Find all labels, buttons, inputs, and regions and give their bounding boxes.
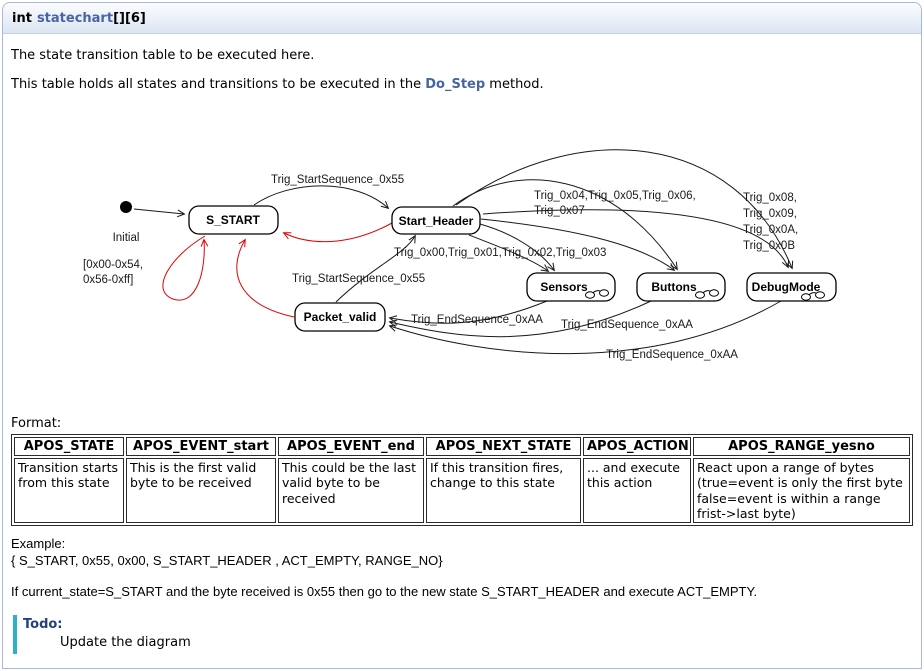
edge-label-trig-07: Trig_0x07 — [534, 205, 585, 217]
example-explanation: If current_state=S_START and the byte re… — [11, 584, 913, 599]
cell-apos-state: Transition starts from this state — [14, 458, 124, 523]
example-block: Example: { S_START, 0x55, 0x00, S_START_… — [11, 536, 913, 570]
initial-state-label: Initial — [113, 232, 140, 244]
format-table-header-row: APOS_STATE APOS_EVENT_start APOS_EVENT_e… — [14, 437, 910, 456]
detail-text-after: method. — [485, 77, 543, 92]
statechart-svg: Initial S_START Start_Header Sensors — [3, 106, 922, 406]
statechart-link[interactable]: statechart — [37, 11, 113, 26]
column-header-apos-range-yesno: APOS_RANGE_yesno — [693, 437, 910, 456]
cell-apos-action: ... and execute this action — [583, 458, 691, 523]
do-step-link[interactable]: Do_Step — [425, 77, 485, 92]
brief-description: The state transition table to be execute… — [11, 48, 913, 63]
todo-block: Todo: Update the diagram — [13, 615, 913, 654]
edge-startheader-to-buttons-b — [481, 219, 674, 270]
edge-label-range-line1: [0x00-0x54, — [83, 259, 143, 271]
member-documentation: The state transition table to be execute… — [3, 48, 921, 668]
cell-apos-next-state: If this transition fires, change to this… — [426, 458, 581, 523]
edge-label-trig-08: Trig_0x08, — [743, 192, 797, 204]
column-header-apos-action: APOS_ACTION — [583, 437, 691, 456]
edge-label-end-sequence-3: Trig_EndSequence_0xAA — [606, 349, 738, 361]
state-s-start: S_START — [189, 206, 278, 234]
decl-array-suffix: [][6] — [113, 11, 146, 26]
statechart-diagram: Initial S_START Start_Header Sensors — [3, 106, 922, 406]
column-header-apos-event-end: APOS_EVENT_end — [278, 437, 424, 456]
decl-type: int — [12, 11, 32, 26]
todo-text: Update the diagram — [60, 635, 913, 650]
cell-apos-range-yesno: React upon a range of bytes (true=event … — [693, 458, 910, 523]
example-code: { S_START, 0x55, 0x00, S_START_HEADER , … — [11, 553, 913, 570]
state-start-header: Start_Header — [392, 207, 480, 234]
state-label: Start_Header — [399, 214, 474, 228]
state-packet-valid: Packet_valid — [295, 303, 385, 331]
state-label: DebugMode — [752, 280, 821, 294]
column-header-apos-next-state: APOS_NEXT_STATE — [426, 437, 581, 456]
edge-label-start-sequence-bottom: Trig_StartSequence_0x55 — [292, 273, 425, 285]
state-label: Sensors — [540, 280, 588, 294]
edge-label-trig-0a: Trig_0x0A, — [743, 224, 798, 236]
state-label: S_START — [206, 213, 260, 227]
initial-state-dot — [120, 201, 132, 213]
edge-initial-to-sstart — [134, 209, 184, 214]
example-label: Example: — [11, 536, 913, 553]
edge-startheader-to-sstart-red — [284, 223, 392, 242]
edge-label-end-sequence-2: Trig_EndSequence_0xAA — [561, 319, 693, 331]
format-table: APOS_STATE APOS_EVENT_start APOS_EVENT_e… — [11, 434, 913, 526]
edge-label-start-sequence-top: Trig_StartSequence_0x55 — [271, 174, 404, 186]
edge-packetvalid-to-startheader — [336, 236, 415, 302]
state-label: Buttons — [651, 280, 697, 294]
column-header-apos-event-start: APOS_EVENT_start — [126, 437, 276, 456]
detail-text-before: This table holds all states and transiti… — [11, 77, 425, 92]
column-header-apos-state: APOS_STATE — [14, 437, 124, 456]
detail-description: This table holds all states and transiti… — [11, 77, 913, 92]
state-buttons: Buttons — [637, 273, 725, 301]
edge-label-range-line2: 0x56-0xff] — [83, 274, 133, 286]
format-table-row: Transition starts from this state This i… — [14, 458, 910, 523]
edge-sstart-self-loop-red — [163, 236, 205, 300]
edge-label-trig-0b: Trig_0x0B — [743, 240, 795, 252]
edge-packetvalid-to-sstart-red — [237, 240, 294, 317]
edge-sstart-to-startheader — [254, 186, 388, 208]
todo-label: Todo: — [23, 617, 913, 632]
state-sensors: Sensors — [527, 273, 615, 301]
member-doc-panel: int statechart[][6] The state transition … — [2, 2, 922, 669]
member-declaration-header: int statechart[][6] — [3, 3, 921, 34]
edge-label-trig-09: Trig_0x09, — [743, 208, 797, 220]
cell-apos-event-start: This is the first valid byte to be recei… — [126, 458, 276, 523]
state-debugmode: DebugMode — [747, 273, 836, 301]
state-label: Packet_valid — [304, 310, 377, 324]
format-section-label: Format: — [11, 416, 913, 431]
edge-label-trig-00-03: Trig_0x00,Trig_0x01,Trig_0x02,Trig_0x03 — [394, 247, 606, 259]
edge-label-end-sequence-1: Trig_EndSequence_0xAA — [411, 314, 543, 326]
cell-apos-event-end: This could be the last valid byte to be … — [278, 458, 424, 523]
edge-label-trig-04-06: Trig_0x04,Trig_0x05,Trig_0x06, — [534, 190, 696, 202]
